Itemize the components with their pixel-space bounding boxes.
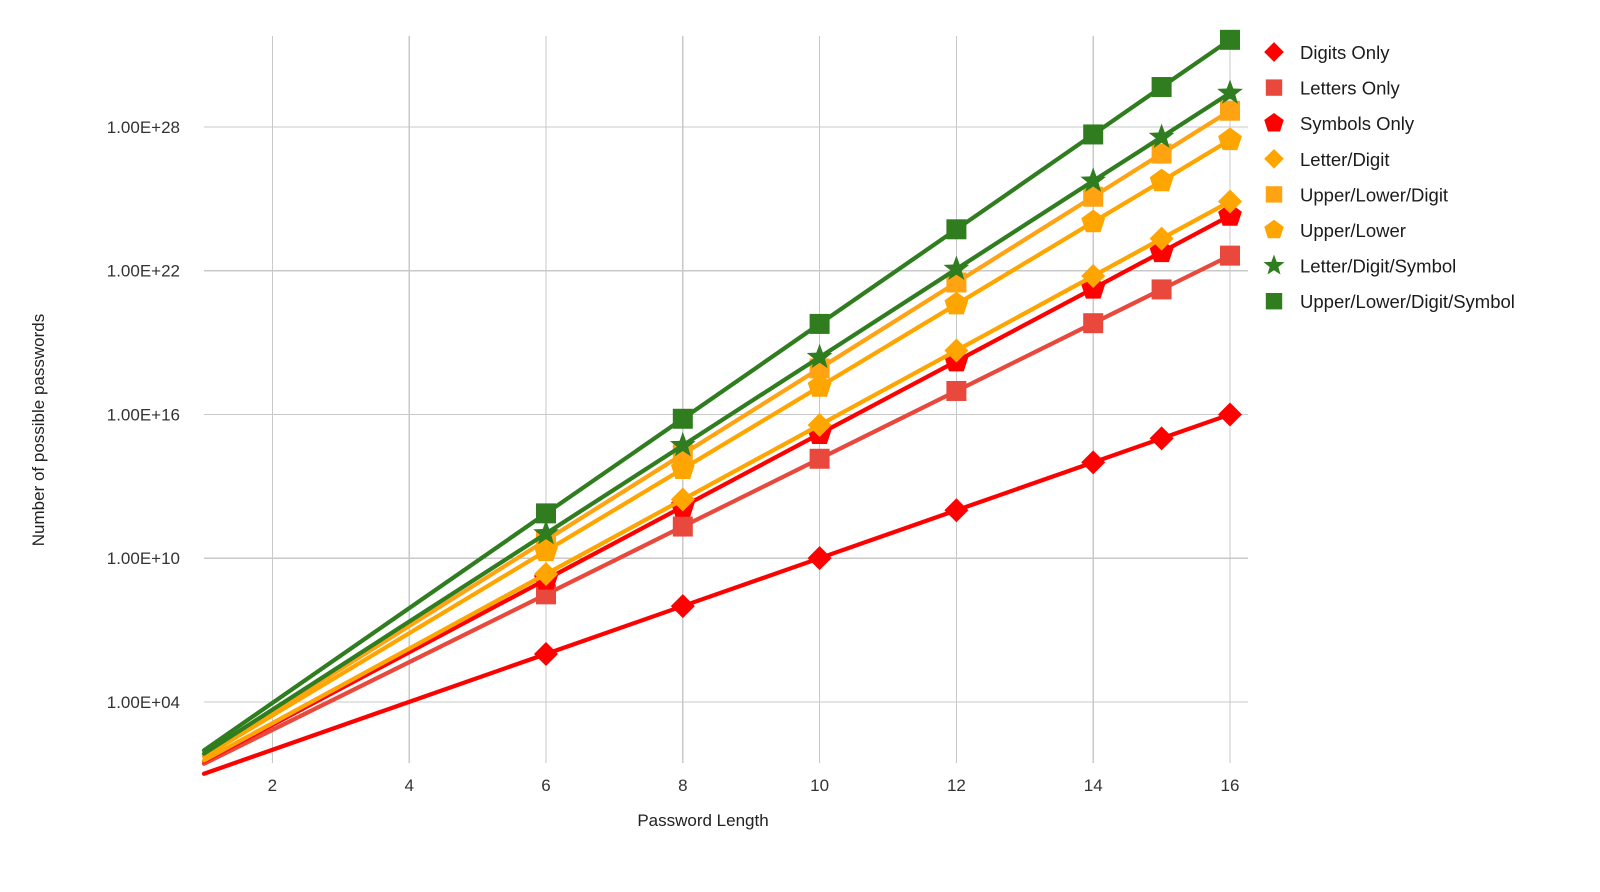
- series-upper-lower-digit: [201, 100, 1240, 757]
- data-point-marker: [536, 503, 556, 524]
- legend-item-symbols-only[interactable]: Symbols Only: [1264, 112, 1415, 134]
- data-point-marker: [809, 313, 830, 334]
- data-series-layer: [201, 29, 1243, 776]
- x-tick-label: 10: [810, 776, 829, 795]
- data-point-marker: [1218, 127, 1242, 151]
- password-strength-chart: 1.00E+28 1.00E+22 1.00E+16 1.00E+10 1.00E+04…: [0, 0, 1600, 892]
- series-line: [201, 199, 1233, 763]
- data-point-marker: [1149, 168, 1174, 192]
- data-point-marker: [807, 546, 832, 571]
- series-line: [201, 108, 1233, 757]
- data-point-marker: [670, 594, 695, 619]
- x-tick-label: 14: [1084, 776, 1103, 795]
- x-tick-label: 12: [947, 776, 966, 795]
- diamond-icon: [1264, 42, 1284, 62]
- legend-item-label: Digits Only: [1300, 42, 1390, 63]
- series-digits-only: [201, 402, 1242, 776]
- data-point-marker: [944, 498, 969, 523]
- square-icon: [1265, 186, 1283, 203]
- data-point-marker: [809, 448, 830, 469]
- x-tick-label: 8: [678, 776, 687, 795]
- data-point-marker: [1220, 100, 1240, 121]
- legend-item-letter-digit-symbol[interactable]: Letter/Digit/Symbol: [1263, 254, 1456, 277]
- legend-item-label: Upper/Lower/Digit/Symbol: [1300, 291, 1515, 312]
- legend-item-label: Upper/Lower/Digit: [1300, 184, 1448, 205]
- series-letters-only: [201, 245, 1240, 766]
- y-tick-label: 1.00E+04: [107, 693, 180, 712]
- legend-item-letter-digit[interactable]: Letter/Digit: [1264, 149, 1389, 170]
- legend-item-label: Letter/Digit/Symbol: [1300, 256, 1456, 277]
- series-line: [201, 137, 1233, 759]
- y-tick-label: 1.00E+28: [107, 118, 180, 137]
- x-axis-ticks: 2 4 6 8 10 12 14 16: [268, 776, 1240, 795]
- series-upper-lower-digit-symbol: [201, 29, 1240, 753]
- legend-item-letters-only[interactable]: Letters Only: [1265, 78, 1401, 99]
- series-line: [201, 412, 1233, 776]
- y-tick-label: 1.00E+16: [107, 405, 180, 424]
- legend-item-label: Letter/Digit: [1300, 149, 1389, 170]
- data-point-marker: [1149, 426, 1174, 451]
- data-point-marker: [1151, 77, 1172, 98]
- data-point-marker: [1083, 124, 1104, 145]
- square-icon: [1265, 293, 1283, 310]
- square-icon: [1265, 79, 1283, 96]
- series-letter-digit-symbol: [201, 79, 1243, 756]
- data-point-marker: [672, 516, 693, 537]
- legend-item-label: Symbols Only: [1300, 113, 1415, 134]
- diamond-icon: [1264, 148, 1284, 169]
- chart-legend: Digits Only Letters Only Symbols Only Lette…: [1263, 42, 1515, 312]
- data-point-marker: [944, 291, 969, 315]
- series-line: [201, 253, 1233, 766]
- y-tick-label: 1.00E+10: [107, 549, 180, 568]
- x-tick-label: 6: [541, 776, 550, 795]
- y-tick-label: 1.00E+22: [107, 262, 180, 281]
- y-axis-ticks: 1.00E+28 1.00E+22 1.00E+16 1.00E+10 1.00E+04: [107, 118, 180, 712]
- data-point-marker: [534, 641, 558, 666]
- legend-item-label: Letters Only: [1300, 78, 1400, 99]
- legend-item-upper-lower[interactable]: Upper/Lower: [1264, 219, 1406, 241]
- pentagon-icon: [1264, 219, 1284, 239]
- y-axis-title: Number of possible passwords: [29, 314, 48, 546]
- data-point-marker: [946, 380, 967, 401]
- legend-item-upper-lower-digit-symbol[interactable]: Upper/Lower/Digit/Symbol: [1265, 291, 1515, 312]
- series-line: [201, 213, 1233, 764]
- data-point-marker: [1220, 245, 1240, 266]
- x-axis-title: Password Length: [637, 811, 768, 830]
- chart-plot-area: 1.00E+28 1.00E+22 1.00E+16 1.00E+10 1.00E+04…: [29, 29, 1515, 830]
- data-point-marker: [1083, 313, 1104, 334]
- x-tick-label: 4: [404, 776, 413, 795]
- legend-item-label: Upper/Lower: [1300, 220, 1406, 241]
- series-line: [201, 37, 1233, 753]
- data-point-marker: [1220, 29, 1240, 50]
- legend-item-digits-only[interactable]: Digits Only: [1264, 42, 1390, 63]
- series-letter-digit: [201, 189, 1242, 763]
- data-point-marker: [1218, 402, 1242, 427]
- data-point-marker: [672, 408, 693, 429]
- x-tick-label: 2: [268, 776, 277, 795]
- data-point-marker: [946, 219, 967, 240]
- data-point-marker: [1081, 450, 1106, 475]
- pentagon-icon: [1264, 112, 1284, 132]
- star-icon: [1263, 254, 1285, 275]
- data-point-marker: [1081, 209, 1106, 233]
- series-line: [201, 90, 1233, 756]
- legend-item-upper-lower-digit[interactable]: Upper/Lower/Digit: [1265, 184, 1448, 205]
- series-upper-lower: [201, 127, 1242, 759]
- x-tick-label: 16: [1221, 776, 1240, 795]
- data-point-marker: [1151, 279, 1172, 300]
